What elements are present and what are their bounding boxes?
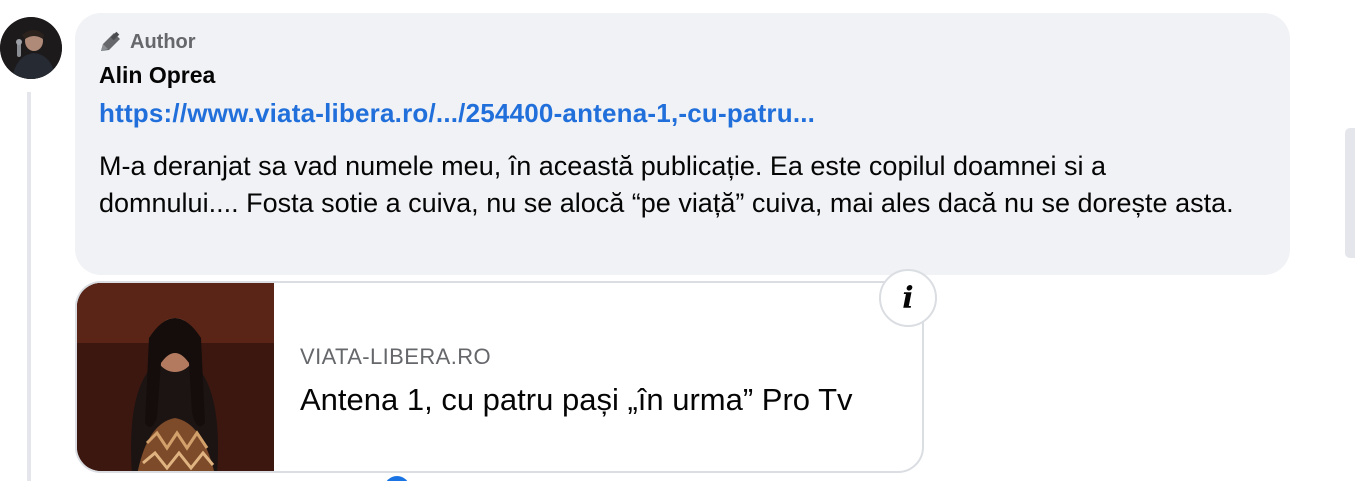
author-badge: Author bbox=[98, 30, 196, 54]
preview-thumbnail[interactable] bbox=[77, 283, 274, 471]
comment-bubble bbox=[75, 13, 1290, 275]
pen-icon bbox=[101, 31, 120, 51]
thread-line bbox=[27, 92, 31, 481]
avatar[interactable] bbox=[0, 17, 62, 79]
info-icon[interactable]: i bbox=[879, 269, 937, 327]
comment-author-name[interactable]: Alin Oprea bbox=[99, 62, 215, 89]
link-preview-card[interactable]: VIATA-LIBERA.RO Antena 1, cu patru pași … bbox=[75, 281, 924, 473]
reaction-icon bbox=[384, 476, 410, 481]
comment-thread: Author Alin Oprea https://www.viata-libe… bbox=[0, 0, 1355, 481]
scrollbar[interactable] bbox=[1345, 128, 1355, 258]
comment-link[interactable]: https://www.viata-libera.ro/.../254400-a… bbox=[99, 98, 815, 129]
author-badge-label: Author bbox=[130, 30, 196, 53]
preview-domain: VIATA-LIBERA.RO bbox=[300, 344, 492, 369]
comment-body: M-a deranjat sa vad numele meu, în aceas… bbox=[99, 151, 1234, 218]
preview-title[interactable]: Antena 1, cu patru pași „în urma” Pro Tv bbox=[300, 382, 853, 418]
